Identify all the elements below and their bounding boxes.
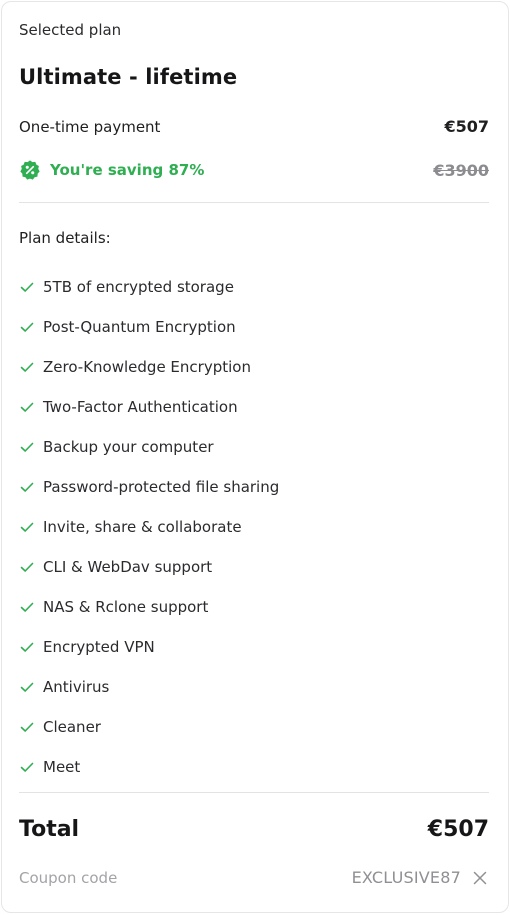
feature-item: CLI & WebDav support xyxy=(19,547,279,587)
feature-label: CLI & WebDav support xyxy=(43,558,213,576)
feature-list: 5TB of encrypted storage Post-Quantum En… xyxy=(19,267,279,787)
feature-item: Antivirus xyxy=(19,667,279,707)
feature-label: 5TB of encrypted storage xyxy=(43,278,234,296)
feature-label: Post-Quantum Encryption xyxy=(43,318,236,336)
coupon-row: Coupon code EXCLUSIVE87 xyxy=(19,868,489,887)
percent-badge-icon xyxy=(20,160,40,180)
feature-item: NAS & Rclone support xyxy=(19,587,279,627)
feature-item: Two-Factor Authentication xyxy=(19,387,279,427)
feature-item: Backup your computer xyxy=(19,427,279,467)
total-label: Total xyxy=(19,817,80,842)
feature-item: Zero-Knowledge Encryption xyxy=(19,347,279,387)
selected-plan-label: Selected plan xyxy=(19,21,122,39)
coupon-code: EXCLUSIVE87 xyxy=(351,868,461,887)
feature-label: Encrypted VPN xyxy=(43,638,155,656)
divider xyxy=(19,202,489,203)
feature-label: Invite, share & collaborate xyxy=(43,518,242,536)
plan-details-label: Plan details: xyxy=(19,229,111,247)
close-icon[interactable] xyxy=(471,869,489,887)
feature-label: Antivirus xyxy=(43,678,110,696)
feature-label: Two-Factor Authentication xyxy=(43,398,238,416)
saving-text: You're saving 87% xyxy=(50,161,205,179)
original-price: €3900 xyxy=(433,160,489,180)
payment-price: €507 xyxy=(444,117,489,136)
check-icon xyxy=(20,602,34,612)
feature-item: Meet xyxy=(19,747,279,787)
feature-label: Zero-Knowledge Encryption xyxy=(43,358,251,376)
check-icon xyxy=(20,442,34,452)
coupon-label: Coupon code xyxy=(19,868,118,887)
feature-item: Password-protected file sharing xyxy=(19,467,279,507)
feature-item: Cleaner xyxy=(19,707,279,747)
payment-row: One-time payment €507 xyxy=(19,117,489,136)
saving-row: You're saving 87% €3900 xyxy=(19,159,489,181)
feature-label: NAS & Rclone support xyxy=(43,598,209,616)
check-icon xyxy=(20,642,34,652)
plan-summary-card: Selected plan Ultimate - lifetime One-ti… xyxy=(1,1,509,913)
check-icon xyxy=(20,482,34,492)
payment-type-label: One-time payment xyxy=(19,117,161,136)
total-row: Total €507 xyxy=(19,817,489,842)
feature-label: Meet xyxy=(43,758,81,776)
feature-label: Cleaner xyxy=(43,718,101,736)
feature-item: Invite, share & collaborate xyxy=(19,507,279,547)
check-icon xyxy=(20,562,34,572)
check-icon xyxy=(20,402,34,412)
feature-item: Post-Quantum Encryption xyxy=(19,307,279,347)
total-price: €507 xyxy=(427,817,489,842)
check-icon xyxy=(20,522,34,532)
feature-item: Encrypted VPN xyxy=(19,627,279,667)
check-icon xyxy=(20,282,34,292)
applied-coupon: EXCLUSIVE87 xyxy=(352,868,489,887)
feature-item: 5TB of encrypted storage xyxy=(19,267,279,307)
feature-label: Backup your computer xyxy=(43,438,214,456)
check-icon xyxy=(20,682,34,692)
feature-label: Password-protected file sharing xyxy=(43,478,280,496)
check-icon xyxy=(20,362,34,372)
check-icon xyxy=(20,322,34,332)
saving-info: You're saving 87% xyxy=(19,159,204,181)
divider xyxy=(19,792,489,793)
check-icon xyxy=(20,722,34,732)
check-icon xyxy=(20,762,34,772)
plan-title: Ultimate - lifetime xyxy=(19,65,238,89)
